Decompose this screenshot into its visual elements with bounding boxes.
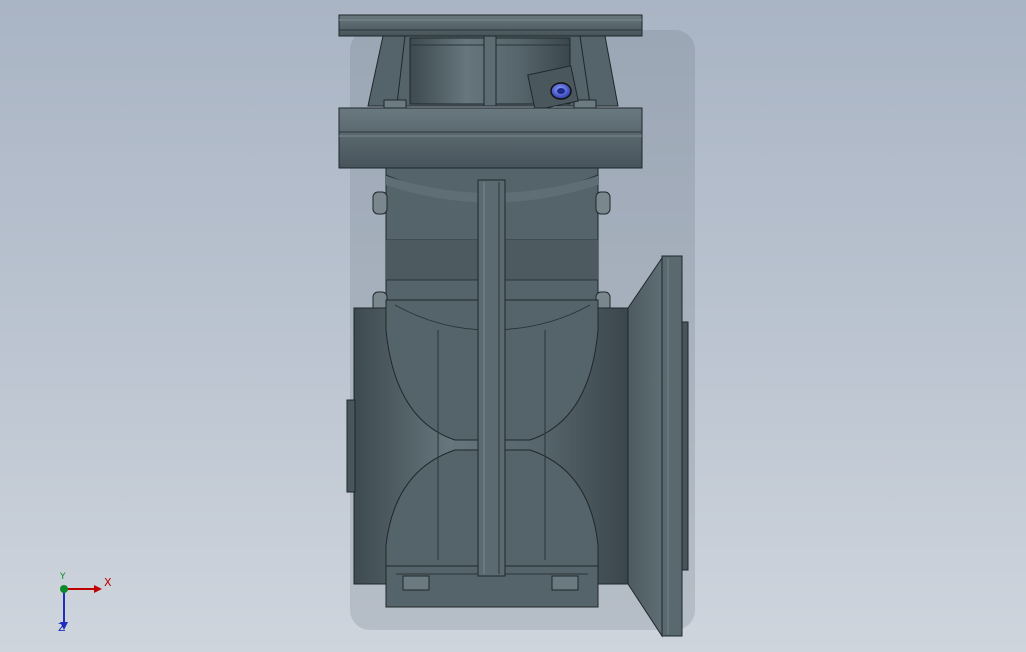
sensor-icon[interactable] — [550, 82, 572, 100]
top-flange[interactable] — [338, 14, 643, 37]
triad-icon — [60, 585, 102, 630]
axis-x-label: X — [104, 576, 112, 589]
axis-y-label: Y — [60, 572, 66, 582]
center-shaft[interactable] — [477, 179, 506, 577]
adapter-housing[interactable] — [367, 35, 619, 111]
gearbox-model[interactable] — [0, 0, 1026, 652]
axis-z-label: Z — [58, 621, 66, 634]
middle-flange[interactable] — [338, 107, 643, 169]
coordinate-triad: X Y Z — [40, 568, 130, 640]
graphics-viewport[interactable]: X Y Z — [0, 0, 1026, 652]
output-flange[interactable] — [627, 255, 689, 638]
